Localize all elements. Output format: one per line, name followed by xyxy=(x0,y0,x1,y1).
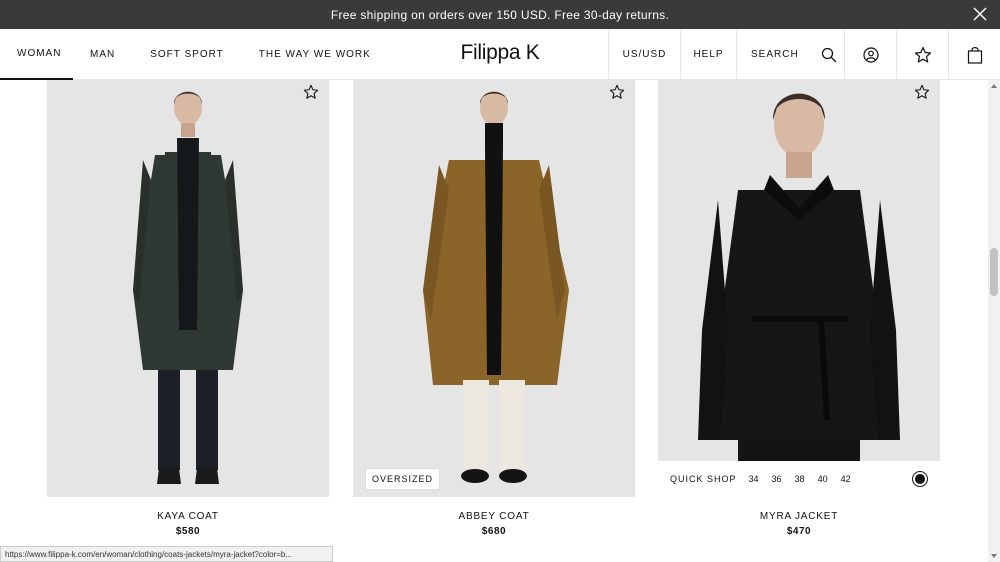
product-price: $580 xyxy=(175,526,201,537)
search-icon xyxy=(821,47,837,63)
search-button[interactable]: SEARCH xyxy=(736,29,844,80)
quick-shop-bar: QUICK SHOP 34 36 38 40 42 xyxy=(658,461,940,497)
nav-woman[interactable]: WOMAN xyxy=(0,29,73,80)
product-name[interactable]: MYRA JACKET xyxy=(658,511,940,522)
product-image[interactable]: QUICK SHOP 34 36 38 40 42 xyxy=(658,80,940,497)
product-image[interactable] xyxy=(47,80,329,497)
scroll-up-arrow-icon[interactable] xyxy=(991,84,997,88)
size-option[interactable]: 34 xyxy=(749,474,759,484)
region-selector[interactable]: US/USD xyxy=(608,29,680,80)
scroll-down-arrow-icon[interactable] xyxy=(991,554,997,558)
help-link[interactable]: HELP xyxy=(680,29,736,80)
size-option[interactable]: 42 xyxy=(841,474,851,484)
page-scrollbar[interactable] xyxy=(988,80,1000,562)
main-nav: WOMAN MAN SOFT SPORT THE WAY WE WORK Fil… xyxy=(0,29,1000,80)
product-card[interactable]: OVERSIZED ABBEY COAT $680 xyxy=(353,80,635,537)
close-icon[interactable] xyxy=(972,6,988,22)
link-status-bar: https://www.filippa-k.com/en/woman/cloth… xyxy=(0,546,333,562)
fit-badge: OVERSIZED xyxy=(365,468,441,490)
product-image[interactable]: OVERSIZED xyxy=(353,80,635,497)
product-grid: KAYA COAT $580 OVERSIZED ABBEY COAT $680… xyxy=(0,80,1000,562)
favorite-star-icon[interactable] xyxy=(914,84,930,100)
model-figure xyxy=(133,91,243,484)
scroll-thumb[interactable] xyxy=(990,248,998,296)
promo-text: Free shipping on orders over 150 USD. Fr… xyxy=(330,7,670,22)
product-card[interactable]: KAYA COAT $580 xyxy=(47,80,329,537)
account-button[interactable] xyxy=(844,29,896,80)
product-name[interactable]: ABBEY COAT xyxy=(353,511,635,522)
nav-soft-sport[interactable]: SOFT SPORT xyxy=(150,29,224,80)
nav-man[interactable]: MAN xyxy=(90,29,115,80)
promo-bar: Free shipping on orders over 150 USD. Fr… xyxy=(0,0,1000,29)
size-option[interactable]: 36 xyxy=(772,474,782,484)
product-price: $680 xyxy=(481,526,507,537)
favorite-star-icon[interactable] xyxy=(609,84,625,100)
nav-the-way-we-work[interactable]: THE WAY WE WORK xyxy=(259,29,371,80)
favorite-star-icon[interactable] xyxy=(303,84,319,100)
product-name[interactable]: KAYA COAT xyxy=(47,511,329,522)
size-option[interactable]: 38 xyxy=(795,474,805,484)
brand-logo[interactable]: Filippa K xyxy=(460,41,539,64)
color-swatch-black[interactable] xyxy=(912,471,928,487)
cart-button[interactable] xyxy=(948,29,1000,80)
search-label: SEARCH xyxy=(751,49,799,60)
shopping-bag-icon xyxy=(967,46,983,64)
product-price: $470 xyxy=(786,526,812,537)
product-card[interactable]: QUICK SHOP 34 36 38 40 42 MYRA JACKET $4… xyxy=(658,80,940,537)
wishlist-button[interactable] xyxy=(896,29,948,80)
quick-shop-label: QUICK SHOP xyxy=(670,474,737,484)
model-figure xyxy=(698,93,900,497)
star-icon xyxy=(914,46,932,64)
size-option[interactable]: 40 xyxy=(818,474,828,484)
model-figure xyxy=(423,91,569,483)
user-icon xyxy=(862,46,879,63)
